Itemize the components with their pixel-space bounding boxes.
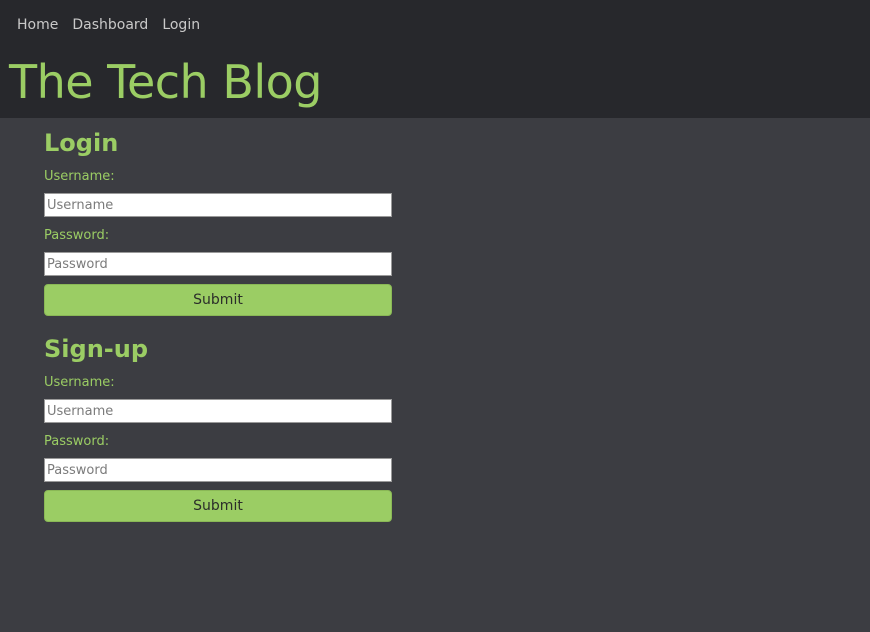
- signup-heading: Sign-up: [44, 335, 149, 363]
- site-header: Home Dashboard Login The Tech Blog: [0, 0, 870, 118]
- login-username-input[interactable]: [44, 193, 392, 217]
- signup-username-label: Username:: [44, 375, 115, 390]
- login-username-label: Username:: [44, 169, 115, 184]
- signup-username-input[interactable]: [44, 399, 392, 423]
- login-heading: Login: [44, 129, 119, 157]
- site-title: The Tech Blog: [9, 55, 323, 109]
- nav-login-link[interactable]: Login: [162, 16, 200, 34]
- nav-home-link[interactable]: Home: [17, 16, 58, 34]
- signup-password-label: Password:: [44, 434, 110, 449]
- signup-submit-button[interactable]: Submit: [44, 490, 392, 522]
- top-nav: Home Dashboard Login: [17, 16, 200, 34]
- login-password-label: Password:: [44, 228, 110, 243]
- nav-dashboard-link[interactable]: Dashboard: [72, 16, 148, 34]
- login-password-input[interactable]: [44, 252, 392, 276]
- signup-password-input[interactable]: [44, 458, 392, 482]
- login-submit-button[interactable]: Submit: [44, 284, 392, 316]
